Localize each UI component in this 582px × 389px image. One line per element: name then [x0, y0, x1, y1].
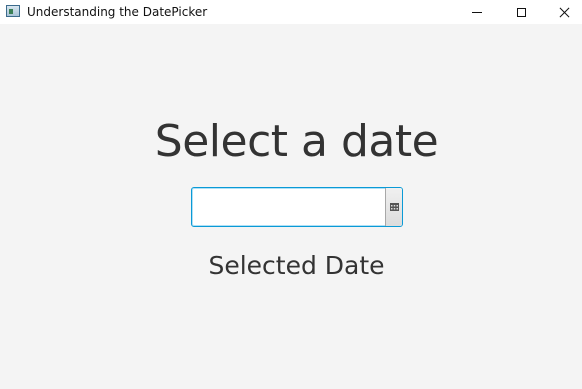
selected-date-label: Selected Date: [208, 251, 385, 280]
app-icon: [6, 5, 20, 17]
minimize-icon: [472, 11, 482, 13]
close-button[interactable]: [541, 0, 582, 24]
date-input[interactable]: [192, 188, 385, 226]
maximize-button[interactable]: [498, 0, 544, 24]
app-window: Understanding the DatePicker Select a da…: [0, 0, 582, 389]
window-title: Understanding the DatePicker: [27, 5, 208, 19]
title-bar[interactable]: Understanding the DatePicker: [0, 0, 582, 24]
page-heading: Select a date: [154, 116, 439, 167]
maximize-icon: [516, 7, 526, 17]
date-picker[interactable]: [191, 187, 403, 227]
minimize-button[interactable]: [454, 0, 500, 24]
calendar-button[interactable]: [385, 188, 402, 226]
calendar-icon: [389, 203, 399, 211]
close-icon: [559, 7, 570, 18]
